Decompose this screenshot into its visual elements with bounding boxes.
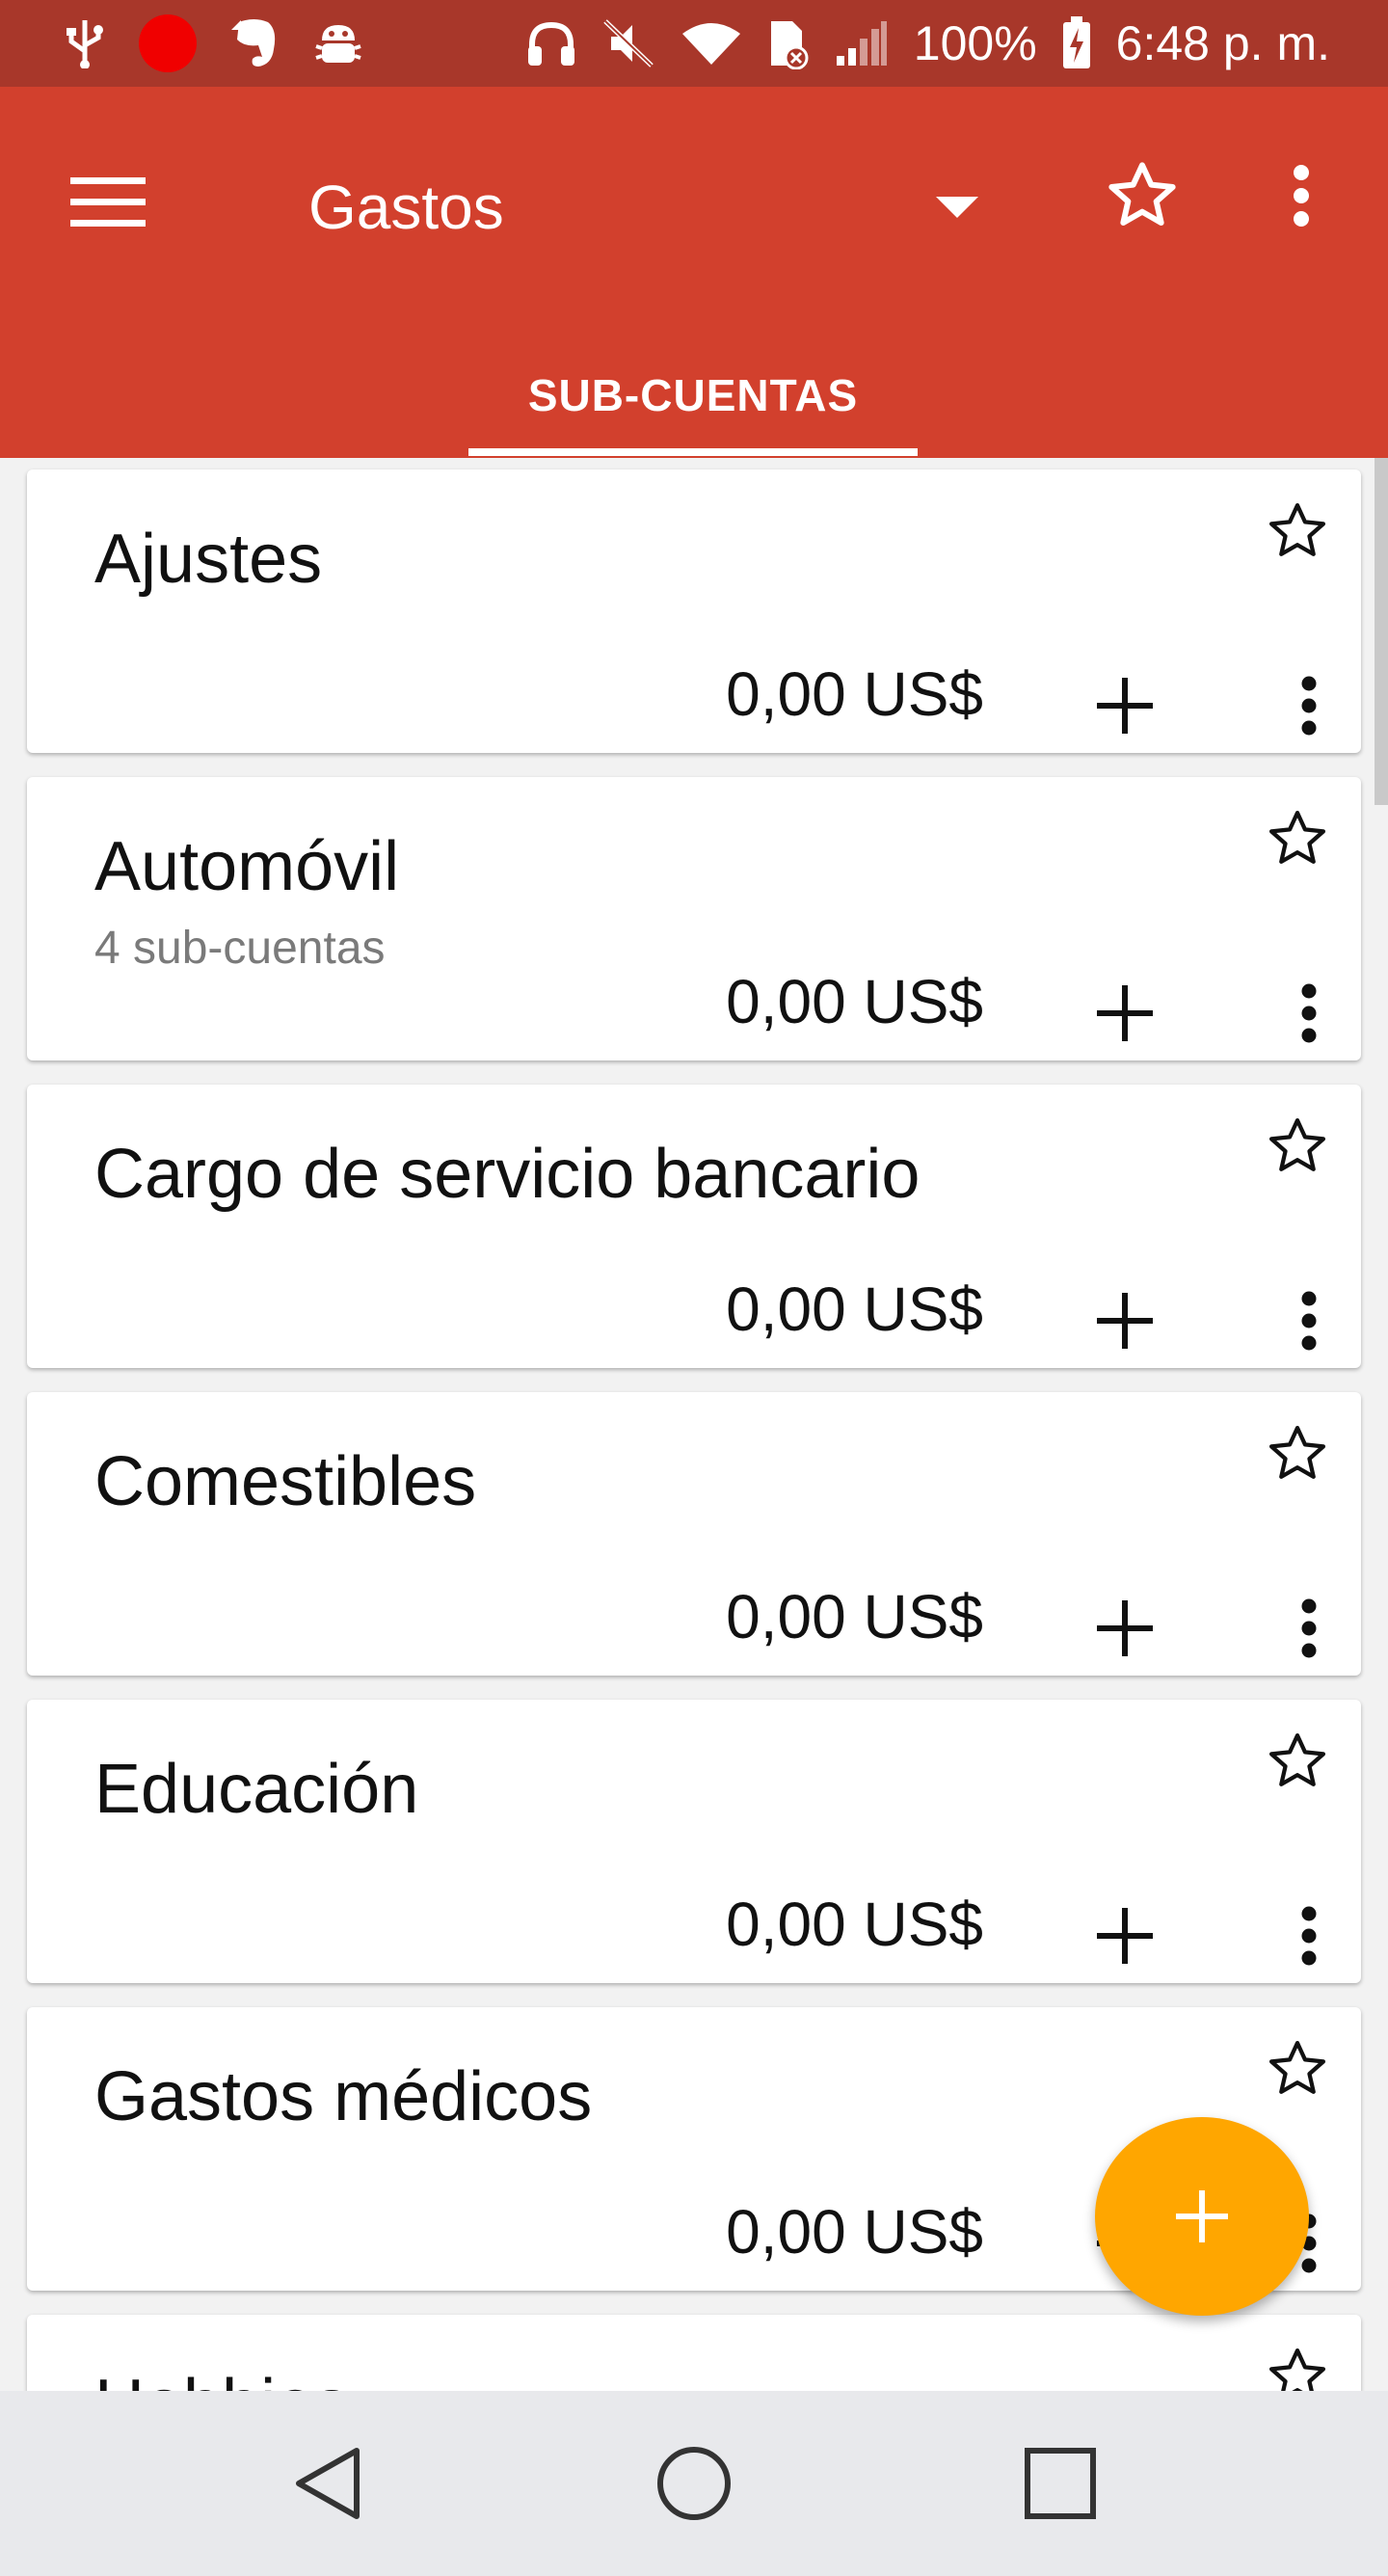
status-bar: 100% 6:48 p. m. (0, 0, 1388, 87)
more-vert-icon (1301, 676, 1317, 736)
account-favorite-button[interactable] (1261, 2340, 1334, 2391)
wifi-icon (681, 23, 740, 65)
scrollbar[interactable] (1375, 458, 1388, 805)
account-favorite-button[interactable] (1261, 802, 1334, 875)
add-transaction-button[interactable] (1081, 1277, 1168, 1364)
favorite-button[interactable] (1089, 143, 1195, 249)
star-outline-icon (1268, 1732, 1326, 1786)
account-favorite-button[interactable] (1261, 1110, 1334, 1183)
account-balance: 0,00 US$ (726, 2197, 983, 2267)
account-name: Cargo de servicio bancario (94, 1136, 921, 1213)
account-more-button[interactable] (1280, 1277, 1338, 1364)
account-card[interactable]: Automóvil 4 sub-cuentas 0,00 US$ (27, 777, 1361, 1060)
account-more-button[interactable] (1280, 970, 1338, 1057)
account-favorite-button[interactable] (1261, 495, 1334, 568)
account-balance: 0,00 US$ (726, 1890, 983, 1959)
tab-sub-cuentas[interactable]: SUB-CUENTAS (468, 333, 918, 458)
add-transaction-button[interactable] (1081, 970, 1168, 1057)
more-vert-icon (1301, 1291, 1317, 1351)
caret-down-icon (936, 197, 978, 218)
android-debug-icon (315, 25, 361, 63)
account-card[interactable]: Ajustes 0,00 US$ (27, 470, 1361, 753)
clock: 6:48 p. m. (1115, 16, 1330, 70)
record-icon (139, 14, 197, 72)
account-name: Automóvil (94, 828, 400, 905)
account-more-button[interactable] (1280, 662, 1338, 749)
plus-icon (1097, 1600, 1153, 1656)
star-outline-icon (1108, 162, 1176, 226)
tab-indicator (468, 448, 918, 456)
back-triangle-icon (296, 2448, 360, 2519)
account-card[interactable]: Hobbies (27, 2315, 1361, 2391)
plus-icon (1097, 1293, 1153, 1349)
page-title: Gastos (308, 173, 504, 242)
account-card[interactable]: Educación 0,00 US$ (27, 1700, 1361, 1983)
account-subtitle: 4 sub-cuentas (94, 923, 386, 974)
headphones-icon (527, 21, 574, 66)
star-outline-icon (1268, 2040, 1326, 2094)
plus-icon (1097, 985, 1153, 1041)
battery-percent: 100% (913, 16, 1037, 70)
overflow-menu-button[interactable] (1253, 143, 1349, 249)
menu-button[interactable] (58, 152, 158, 253)
add-account-fab[interactable] (1095, 2117, 1309, 2316)
account-selector[interactable]: Gastos (308, 164, 1002, 251)
battery-icon (1062, 16, 1090, 68)
star-outline-icon (1268, 1425, 1326, 1479)
more-vert-icon (1301, 1906, 1317, 1966)
account-more-button[interactable] (1280, 1585, 1338, 1672)
recents-square-icon (1025, 2448, 1096, 2519)
plus-icon (1176, 2190, 1228, 2242)
status-right-icons: 100% 6:48 p. m. (526, 0, 1330, 87)
app-bar: Gastos SUB-CUENTAS (0, 87, 1388, 458)
mute-icon (603, 19, 654, 67)
account-name: Educación (94, 1751, 419, 1828)
account-name: Ajustes (94, 521, 323, 598)
add-transaction-button[interactable] (1081, 1585, 1168, 1672)
account-card[interactable]: Cargo de servicio bancario 0,00 US$ (27, 1085, 1361, 1368)
account-balance: 0,00 US$ (726, 1582, 983, 1651)
account-balance: 0,00 US$ (726, 967, 983, 1036)
star-outline-icon (1268, 502, 1326, 556)
home-circle-icon (657, 2447, 731, 2520)
account-balance: 0,00 US$ (726, 659, 983, 729)
star-outline-icon (1268, 2348, 1326, 2391)
account-favorite-button[interactable] (1261, 1417, 1334, 1490)
nav-back-button[interactable] (280, 2435, 376, 2532)
account-name: Comestibles (94, 1443, 477, 1520)
star-outline-icon (1268, 810, 1326, 864)
account-list[interactable]: Ajustes 0,00 US$ Automóvil 4 sub-cuentas… (0, 458, 1388, 2391)
dropdown-arrow[interactable] (933, 183, 981, 231)
account-more-button[interactable] (1280, 1892, 1338, 1979)
add-transaction-button[interactable] (1081, 1892, 1168, 1979)
account-favorite-button[interactable] (1261, 2032, 1334, 2106)
star-outline-icon (1268, 1117, 1326, 1171)
nav-recents-button[interactable] (1012, 2435, 1108, 2532)
sim-icon (770, 21, 809, 69)
add-transaction-button[interactable] (1081, 662, 1168, 749)
account-name: Hobbies (94, 2365, 349, 2391)
more-vert-icon (1301, 983, 1317, 1043)
account-name: Gastos médicos (94, 2058, 593, 2135)
status-left-icons (64, 0, 364, 87)
more-vert-icon (1294, 165, 1309, 227)
evernote-icon (231, 19, 276, 67)
nav-home-button[interactable] (646, 2435, 742, 2532)
account-card[interactable]: Comestibles 0,00 US$ (27, 1392, 1361, 1676)
account-balance: 0,00 US$ (726, 1275, 983, 1344)
usb-icon (67, 20, 103, 68)
signal-icon (836, 21, 887, 66)
plus-icon (1097, 678, 1153, 734)
tab-label: SUB-CUENTAS (527, 370, 859, 420)
plus-icon (1097, 1908, 1153, 1964)
account-favorite-button[interactable] (1261, 1725, 1334, 1798)
more-vert-icon (1301, 1598, 1317, 1658)
hamburger-menu-icon (70, 177, 146, 227)
system-nav-bar (0, 2391, 1388, 2576)
